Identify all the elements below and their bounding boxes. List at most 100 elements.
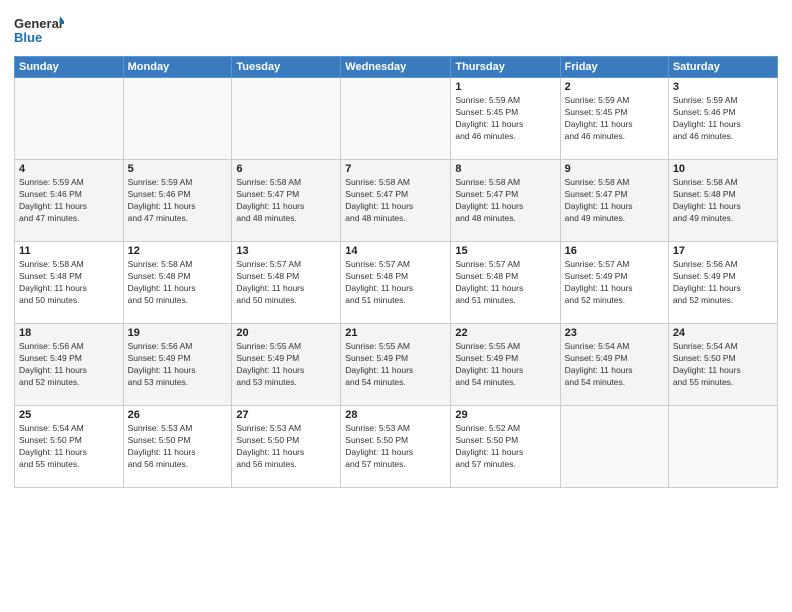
day-number: 16 [565,245,664,257]
day-info: Sunrise: 5:56 AM Sunset: 5:49 PM Dayligh… [19,341,119,389]
day-info: Sunrise: 5:55 AM Sunset: 5:49 PM Dayligh… [455,341,555,389]
day-info: Sunrise: 5:58 AM Sunset: 5:47 PM Dayligh… [455,177,555,225]
day-number: 7 [345,163,446,175]
weekday-header-sunday: Sunday [15,57,124,78]
day-info: Sunrise: 5:59 AM Sunset: 5:45 PM Dayligh… [455,95,555,143]
calendar-cell [668,406,777,488]
calendar-cell: 20 Sunrise: 5:55 AM Sunset: 5:49 PM Dayli… [232,324,341,406]
calendar-cell: 18 Sunrise: 5:56 AM Sunset: 5:49 PM Dayli… [15,324,124,406]
logo-svg: General Blue [14,14,64,50]
calendar-cell: 27 Sunrise: 5:53 AM Sunset: 5:50 PM Dayli… [232,406,341,488]
day-info: Sunrise: 5:55 AM Sunset: 5:49 PM Dayligh… [345,341,446,389]
day-info: Sunrise: 5:59 AM Sunset: 5:45 PM Dayligh… [565,95,664,143]
day-number: 15 [455,245,555,257]
svg-text:General: General [14,16,62,31]
calendar-cell [232,78,341,160]
day-info: Sunrise: 5:58 AM Sunset: 5:48 PM Dayligh… [128,259,228,307]
calendar-cell [341,78,451,160]
day-number: 2 [565,81,664,93]
day-number: 23 [565,327,664,339]
day-info: Sunrise: 5:53 AM Sunset: 5:50 PM Dayligh… [345,423,446,471]
weekday-header-saturday: Saturday [668,57,777,78]
day-number: 18 [19,327,119,339]
weekday-header-tuesday: Tuesday [232,57,341,78]
day-number: 6 [236,163,336,175]
calendar-cell: 1 Sunrise: 5:59 AM Sunset: 5:45 PM Daylig… [451,78,560,160]
day-info: Sunrise: 5:54 AM Sunset: 5:50 PM Dayligh… [673,341,773,389]
calendar-week-3: 11 Sunrise: 5:58 AM Sunset: 5:48 PM Dayli… [15,242,778,324]
day-info: Sunrise: 5:58 AM Sunset: 5:48 PM Dayligh… [673,177,773,225]
calendar-week-1: 1 Sunrise: 5:59 AM Sunset: 5:45 PM Daylig… [15,78,778,160]
day-info: Sunrise: 5:54 AM Sunset: 5:49 PM Dayligh… [565,341,664,389]
calendar-cell: 5 Sunrise: 5:59 AM Sunset: 5:46 PM Daylig… [123,160,232,242]
day-number: 22 [455,327,555,339]
day-number: 25 [19,409,119,421]
calendar-cell: 7 Sunrise: 5:58 AM Sunset: 5:47 PM Daylig… [341,160,451,242]
calendar-week-5: 25 Sunrise: 5:54 AM Sunset: 5:50 PM Dayli… [15,406,778,488]
calendar-cell: 14 Sunrise: 5:57 AM Sunset: 5:48 PM Dayli… [341,242,451,324]
calendar-cell [15,78,124,160]
day-number: 24 [673,327,773,339]
day-info: Sunrise: 5:58 AM Sunset: 5:47 PM Dayligh… [565,177,664,225]
weekday-header-monday: Monday [123,57,232,78]
calendar-cell: 9 Sunrise: 5:58 AM Sunset: 5:47 PM Daylig… [560,160,668,242]
day-info: Sunrise: 5:53 AM Sunset: 5:50 PM Dayligh… [128,423,228,471]
day-number: 12 [128,245,228,257]
day-number: 14 [345,245,446,257]
calendar-table: SundayMondayTuesdayWednesdayThursdayFrid… [14,56,778,488]
day-number: 27 [236,409,336,421]
day-info: Sunrise: 5:54 AM Sunset: 5:50 PM Dayligh… [19,423,119,471]
calendar-cell: 16 Sunrise: 5:57 AM Sunset: 5:49 PM Dayli… [560,242,668,324]
calendar-week-2: 4 Sunrise: 5:59 AM Sunset: 5:46 PM Daylig… [15,160,778,242]
day-number: 21 [345,327,446,339]
day-number: 9 [565,163,664,175]
page-header: General Blue [14,10,778,50]
day-number: 8 [455,163,555,175]
day-info: Sunrise: 5:57 AM Sunset: 5:49 PM Dayligh… [565,259,664,307]
calendar-cell: 10Sunrise: 5:58 AM Sunset: 5:48 PM Dayli… [668,160,777,242]
calendar-cell: 21 Sunrise: 5:55 AM Sunset: 5:49 PM Dayli… [341,324,451,406]
day-info: Sunrise: 5:59 AM Sunset: 5:46 PM Dayligh… [128,177,228,225]
day-info: Sunrise: 5:56 AM Sunset: 5:49 PM Dayligh… [673,259,773,307]
calendar-cell: 28Sunrise: 5:53 AM Sunset: 5:50 PM Dayli… [341,406,451,488]
weekday-header-row: SundayMondayTuesdayWednesdayThursdayFrid… [15,57,778,78]
calendar-cell [123,78,232,160]
calendar-cell: 23 Sunrise: 5:54 AM Sunset: 5:49 PM Dayli… [560,324,668,406]
calendar-cell: 11 Sunrise: 5:58 AM Sunset: 5:48 PM Dayli… [15,242,124,324]
calendar-cell: 26Sunrise: 5:53 AM Sunset: 5:50 PM Dayli… [123,406,232,488]
calendar-cell: 19 Sunrise: 5:56 AM Sunset: 5:49 PM Dayli… [123,324,232,406]
day-number: 13 [236,245,336,257]
calendar-cell: 3Sunrise: 5:59 AM Sunset: 5:46 PM Daylig… [668,78,777,160]
day-number: 17 [673,245,773,257]
calendar-cell: 22 Sunrise: 5:55 AM Sunset: 5:49 PM Dayli… [451,324,560,406]
day-number: 3 [673,81,773,93]
day-number: 29 [455,409,555,421]
calendar-cell [560,406,668,488]
logo: General Blue [14,14,64,50]
day-number: 1 [455,81,555,93]
calendar-cell: 15Sunrise: 5:57 AM Sunset: 5:48 PM Dayli… [451,242,560,324]
calendar-cell: 12 Sunrise: 5:58 AM Sunset: 5:48 PM Dayli… [123,242,232,324]
day-info: Sunrise: 5:59 AM Sunset: 5:46 PM Dayligh… [19,177,119,225]
calendar-page: General Blue SundayMondayTuesdayWednesda… [0,0,792,612]
day-info: Sunrise: 5:56 AM Sunset: 5:49 PM Dayligh… [128,341,228,389]
day-info: Sunrise: 5:57 AM Sunset: 5:48 PM Dayligh… [345,259,446,307]
weekday-header-wednesday: Wednesday [341,57,451,78]
calendar-week-4: 18 Sunrise: 5:56 AM Sunset: 5:49 PM Dayli… [15,324,778,406]
day-info: Sunrise: 5:58 AM Sunset: 5:47 PM Dayligh… [345,177,446,225]
calendar-cell: 17 Sunrise: 5:56 AM Sunset: 5:49 PM Dayli… [668,242,777,324]
day-info: Sunrise: 5:58 AM Sunset: 5:48 PM Dayligh… [19,259,119,307]
day-number: 4 [19,163,119,175]
day-number: 5 [128,163,228,175]
calendar-cell: 25 Sunrise: 5:54 AM Sunset: 5:50 PM Dayli… [15,406,124,488]
day-info: Sunrise: 5:53 AM Sunset: 5:50 PM Dayligh… [236,423,336,471]
svg-text:Blue: Blue [14,30,42,45]
calendar-cell: 8 Sunrise: 5:58 AM Sunset: 5:47 PM Daylig… [451,160,560,242]
weekday-header-friday: Friday [560,57,668,78]
day-info: Sunrise: 5:58 AM Sunset: 5:47 PM Dayligh… [236,177,336,225]
day-info: Sunrise: 5:55 AM Sunset: 5:49 PM Dayligh… [236,341,336,389]
day-number: 20 [236,327,336,339]
day-number: 11 [19,245,119,257]
day-number: 19 [128,327,228,339]
day-info: Sunrise: 5:52 AM Sunset: 5:50 PM Dayligh… [455,423,555,471]
